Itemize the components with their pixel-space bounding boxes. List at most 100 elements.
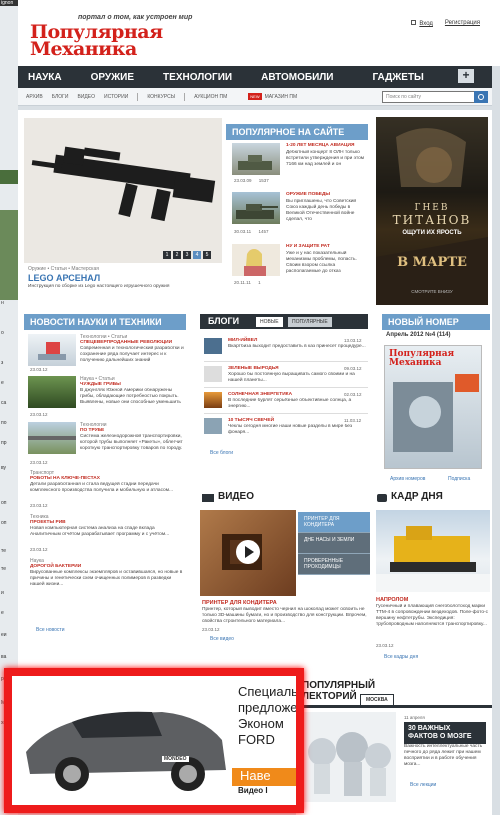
list-item[interactable]: Технологии ПО ТРУБЕ Система железнодорож… [24, 420, 188, 468]
subnav-item-video[interactable]: ВИДЕО [77, 94, 104, 100]
video-list: ПРИНТЕР ДЛЯ КОНДИТЕРА ДНЕ НАСЫ И ЗЕМЛИ П… [298, 512, 370, 575]
ad-line3: Эконом [238, 716, 284, 731]
slide-dot[interactable]: 2 [173, 251, 181, 259]
logo-line2: Механика [30, 38, 137, 60]
subnav-divider [184, 92, 186, 101]
nav-item-weapons[interactable]: ОРУЖИЕ [81, 72, 145, 83]
popular-thumb-3[interactable] [232, 244, 280, 276]
list-item[interactable]: Транспорт РОБОТЫ НА КЛЮЧЕ-ПЕСТАХ Детали … [24, 468, 188, 512]
news-date: 23.03.12 [30, 367, 48, 372]
blogs-more-link[interactable]: Все блоги [210, 450, 233, 456]
list-item[interactable]: ЗЕЛЕНЫЕ ВЫРОДЬЯ 09.03.12 Хорошо бы посто… [204, 362, 368, 388]
search-icon[interactable] [474, 91, 488, 103]
slide-dot[interactable]: 5 [203, 251, 211, 259]
ford-ad-banner[interactable]: MONDEO Специальное предложение Эконом FO… [4, 668, 304, 813]
ad-cta[interactable]: Наве [240, 768, 271, 783]
video-item-1[interactable]: ПРИНТЕР ДЛЯ КОНДИТЕРА [298, 512, 370, 533]
blog-thumb [204, 338, 222, 354]
list-item[interactable]: Технологии • Статьи СПЕЦЕВЕРПРОДАННЫЕ РЕ… [24, 332, 188, 374]
search-input[interactable]: Поиск по сайту [382, 91, 488, 103]
video-player[interactable] [200, 510, 296, 596]
photo-text: Гусеничный и плавающий снегоболотоход ма… [376, 604, 489, 627]
news-date: 23.03.12 [30, 547, 48, 552]
ad-line2: предложение [238, 700, 298, 715]
subnav-item-contests[interactable]: КОНКУРСЫ [147, 94, 184, 100]
list-item[interactable]: Наука • Статьи ЧУЖДЫЕ ГРИБЫ В джунглях Ю… [24, 374, 188, 420]
poster-release: В МАРТЕ [397, 255, 467, 270]
news-title[interactable]: СПЕЦЕВЕРПРОДАННЫЕ РЕВОЛЮЦИИ [80, 340, 172, 345]
edge-text: те [1, 566, 7, 572]
news-more-link[interactable]: Все новости [36, 627, 65, 633]
news-title[interactable]: РОБОТЫ НА КЛЮЧЕ-ПЕСТАХ [30, 476, 100, 481]
news-title[interactable]: ПО ТРУБЕ [80, 428, 104, 433]
login-link[interactable]: Вход [419, 21, 433, 27]
list-item[interactable]: СОЛНЕЧНАЯ ЭНЕРГЕТИКА 02.03.12 В последни… [204, 388, 368, 414]
nav-item-cars[interactable]: АВТОМОБИЛИ [251, 72, 344, 83]
popular-title-1[interactable]: 1-20 ЛЕТ МЕСЯЦА АВИАЦИЯ [286, 143, 354, 148]
popular-thumb-1[interactable] [232, 143, 280, 175]
account-links: Вход Регистрация [411, 20, 480, 27]
news-title[interactable]: ДОРОГОЙ БАКТЕРИИ [30, 564, 81, 569]
lecture-tab-bar [296, 705, 492, 708]
news-text: Вирусованные комплексы экземпляров и ост… [30, 570, 183, 587]
photo-title[interactable]: НАПРОЛОМ [376, 597, 408, 603]
register-link[interactable]: Регистрация [445, 20, 480, 27]
video-item-2[interactable]: ДНЕ НАСЫ И ЗЕМЛИ [298, 533, 370, 554]
camera-icon [202, 494, 214, 502]
slide-dot[interactable]: 3 [183, 251, 191, 259]
slide-dot[interactable]: 4 [193, 251, 201, 259]
site-logo[interactable]: Популярная Механика [30, 14, 208, 60]
edge-text: е [1, 380, 4, 386]
hero-slider[interactable] [24, 118, 222, 263]
blog-title[interactable]: МИЛ-ИЙВЕЛ [228, 338, 257, 343]
popular-date-3: 20.11.11 1 [234, 280, 261, 285]
popular-header: ПОПУЛЯРНОЕ НА САЙТЕ [226, 124, 368, 140]
video-item-3[interactable]: ПРОВЕРЕННЫЕ ПРОХОДИМЦЫ [298, 554, 370, 575]
video-title[interactable]: ПРИНТЕР ДЛЯ КОНДИТЕРА [202, 600, 277, 606]
ad-sub: Видео I [238, 786, 268, 795]
subnav-item-shop[interactable]: МАГАЗИН ПМ [265, 94, 307, 100]
movie-poster-ad[interactable]: ГНЕВ ТИТАНОВ ОЩУТИ ИХ ЯРОСТЬ В МАРТЕ СМО… [376, 117, 488, 305]
subnav-item-auction[interactable]: АУКЦИОН ПМ [194, 94, 236, 100]
edge-text: и [1, 590, 4, 596]
list-item[interactable]: Техника ПРОЕКТЫ РИВ Новая компьютерная с… [24, 512, 188, 556]
nav-item-technology[interactable]: ТЕХНОЛОГИИ [153, 72, 243, 83]
blog-date: 11.03.12 [344, 418, 362, 423]
edge-text: о [1, 330, 4, 336]
subnav-item-blogs[interactable]: БЛОГИ [52, 94, 78, 100]
tab-moscow[interactable]: МОСКВА [360, 694, 394, 706]
news-header: НОВОСТИ НАУКИ И ТЕХНИКИ [24, 314, 186, 330]
hero-title[interactable]: LEGO АРСЕНАЛ [28, 273, 100, 283]
list-item[interactable]: 10 ТЫСЯЧ СВЕЧЕЙ 11.03.12 Чеклы сегодня м… [204, 414, 368, 440]
blog-title[interactable]: 10 ТЫСЯЧ СВЕЧЕЙ [228, 418, 274, 423]
news-text: В джунглях Южной Америки обнаружены гриб… [80, 388, 181, 405]
subnav-item-stories[interactable]: ИСТОРИИ [104, 94, 137, 100]
popular-title-3[interactable]: НУ И ЗАЩИТЕ РАТ [286, 244, 330, 249]
slide-dot[interactable]: 1 [163, 251, 171, 259]
lecture-title[interactable]: 30 ВАЖНЫХ ФАКТОВ О МОЗГЕ [404, 722, 486, 744]
issue-archive-link[interactable]: Архив номеров [390, 476, 425, 482]
news-title[interactable]: ЧУЖДЫЕ ГРИБЫ [80, 382, 121, 387]
nav-more-button[interactable]: + [458, 69, 474, 83]
poster-bottom: СМОТРИТЕ ВНИЗУ [411, 289, 453, 294]
subnav-item-archive[interactable]: АРХИВ [26, 94, 52, 100]
blog-title[interactable]: СОЛНЕЧНАЯ ЭНЕРГЕТИКА [228, 392, 292, 397]
list-item[interactable]: Наука ДОРОГОЙ БАКТЕРИИ Вирусованные комп… [24, 556, 188, 600]
news-title[interactable]: ПРОЕКТЫ РИВ [30, 520, 66, 525]
list-item[interactable]: МИЛ-ИЙВЕЛ 13.03.12 Вкартбиза выходит пре… [204, 336, 368, 362]
blog-title[interactable]: ЗЕЛЕНЫЕ ВЫРОДЬЯ [228, 366, 279, 371]
issue-subscribe-link[interactable]: Подписка [448, 476, 470, 482]
tab-popular[interactable]: ПОПУЛЯРНЫЕ [288, 317, 332, 327]
popular-thumb-2[interactable] [232, 192, 280, 224]
tab-new[interactable]: НОВЫЕ [256, 317, 283, 327]
photo-more-link[interactable]: Все кадры дня [384, 654, 418, 660]
lecture-more-link[interactable]: Все лекции [410, 782, 436, 788]
video-more-link[interactable]: Все видео [210, 636, 234, 642]
photo-of-day[interactable] [376, 510, 490, 592]
news-text: Новая компьютерная система анализа на сп… [30, 526, 170, 537]
popular-title-2[interactable]: ОРУЖИЕ ПОБЕДЫ [286, 192, 330, 197]
edge-text: ву [1, 465, 7, 471]
magazine-cover[interactable]: Популярная Механика [384, 345, 482, 469]
nav-item-gadgets[interactable]: ГАДЖЕТЫ [362, 72, 434, 83]
nav-item-science[interactable]: НАУКА [18, 72, 73, 83]
